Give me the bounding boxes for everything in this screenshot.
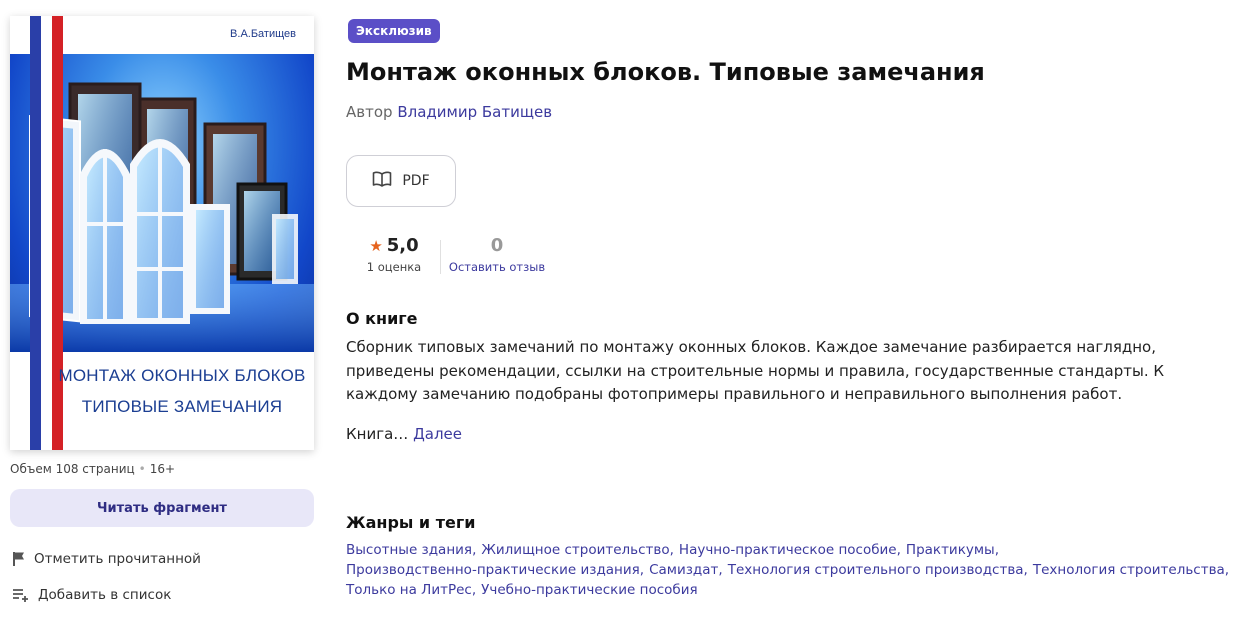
cover-author: В.А.Батищев — [230, 28, 296, 40]
playlist-add-icon — [12, 588, 30, 602]
cover-title-line2: ТИПОВЫЕ ЗАМЕЧАНИЯ — [81, 397, 283, 416]
add-to-list-button[interactable]: Добавить в список — [12, 587, 171, 603]
tag-link[interactable]: Практикумы — [906, 542, 995, 558]
age-rating: 16+ — [149, 462, 176, 476]
review-block: 0 Оставить отзыв — [448, 235, 546, 274]
author-prefix: Автор — [346, 103, 393, 121]
tag-link[interactable]: Технология строительного производства — [728, 562, 1024, 578]
star-icon: ★ — [369, 236, 383, 255]
book-title: Монтаж оконных блоков. Типовые замечания — [346, 58, 985, 86]
rating-block: ★ 5,0 1 оценка — [366, 235, 422, 274]
tag-link[interactable]: Технология строительства — [1033, 562, 1225, 578]
add-to-list-label: Добавить в список — [38, 587, 172, 603]
tag-link[interactable]: Только на ЛитРес — [346, 582, 472, 598]
genre-tags: Высотные здания, Жилищное строительство, Н… — [346, 542, 1230, 598]
author-link[interactable]: Владимир Батищев — [397, 103, 552, 121]
exclusive-badge: Эксклюзив — [348, 19, 440, 43]
cover-title-line1: МОНТАЖ ОКОННЫХ БЛОКОВ — [58, 366, 306, 385]
tag-link[interactable]: Самиздат — [649, 562, 718, 578]
mark-read-label: Отметить прочитанной — [34, 551, 201, 567]
open-book-icon — [372, 171, 392, 191]
meta-separator: • — [138, 462, 146, 476]
book-cover[interactable]: В.А.Батищев МОНТАЖ ОКОННЫХ БЛОКОВ ТИПОВЫ… — [10, 16, 314, 450]
tag-link[interactable]: Производственно-практические издания — [346, 562, 640, 578]
about-title: О книге — [346, 309, 418, 328]
page-count: Объем 108 страниц — [10, 462, 135, 476]
tag-link[interactable]: Высотные здания — [346, 542, 472, 558]
mark-read-button[interactable]: Отметить прочитанной — [12, 551, 201, 567]
format-label: PDF — [402, 173, 430, 189]
tag-link[interactable]: Учебно-практические пособия — [481, 582, 697, 598]
pdf-format-button[interactable]: PDF — [346, 155, 456, 207]
read-fragment-button[interactable]: Читать фрагмент — [10, 489, 314, 527]
genres-title: Жанры и теги — [346, 513, 476, 532]
book-description: Сборник типовых замечаний по монтажу око… — [346, 338, 1165, 403]
rating-value: 5,0 — [386, 235, 419, 256]
author-line: Автор Владимир Батищев — [346, 103, 552, 121]
tag-link[interactable]: Научно-практическое пособие — [679, 542, 897, 558]
more-prefix: Книга… — [346, 425, 409, 443]
more-line: Книга… Далее — [346, 425, 462, 443]
leave-review-link[interactable]: Оставить отзыв — [448, 260, 546, 274]
tag-link[interactable]: Жилищное строительство — [481, 542, 669, 558]
book-meta: Объем 108 страниц • 16+ — [10, 462, 175, 476]
more-link[interactable]: Далее — [413, 425, 462, 443]
flag-icon — [12, 551, 26, 567]
rating-divider — [440, 240, 441, 274]
review-count: 0 — [490, 235, 504, 256]
rating-count: 1 оценка — [366, 260, 422, 274]
